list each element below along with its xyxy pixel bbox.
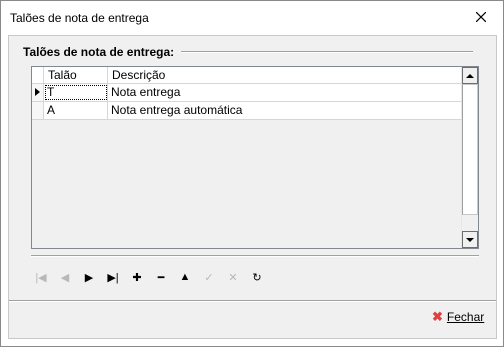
scroll-thumb[interactable] [462, 84, 478, 215]
insert-record-icon: ✚ [132, 271, 142, 284]
scroll-down-button[interactable] [462, 231, 478, 248]
delete-record-icon: ━ [157, 271, 165, 284]
close-button[interactable] [459, 1, 503, 33]
next-record-button[interactable]: ▶ [77, 267, 101, 287]
cell-descricao[interactable]: Nota entrega automática [108, 102, 454, 119]
next-record-icon: ▶ [84, 271, 94, 284]
close-dialog-button[interactable]: ✖ Fechar [432, 308, 484, 326]
edit-record-icon: ▲ [179, 271, 191, 283]
close-dialog-label: Fechar [446, 310, 485, 324]
chevron-up-icon [466, 73, 474, 78]
footer-divider [9, 300, 496, 302]
refresh-button[interactable]: ↻ [245, 267, 269, 287]
insert-record-button[interactable]: ✚ [125, 267, 149, 287]
table-row[interactable]: T Nota entrega [32, 84, 462, 102]
x-icon: ✖ [432, 309, 443, 324]
row-indicator-header [32, 67, 44, 83]
current-row-icon [35, 88, 40, 96]
group-title: Talões de nota de entrega: [23, 45, 175, 59]
window-title: Talões de nota de entrega [10, 11, 149, 25]
last-record-icon: ▶| [107, 271, 119, 284]
last-record-button[interactable]: ▶| [101, 267, 125, 287]
first-record-icon: |◀ [35, 271, 47, 284]
group-divider [181, 51, 473, 53]
post-record-icon: ✓ [204, 271, 214, 284]
grid-header: Talão Descrição [32, 67, 462, 84]
cell-talao[interactable]: A [44, 102, 108, 119]
prior-record-button[interactable]: ◀ [53, 267, 77, 287]
dialog-window: Talões de nota de entrega Talões de nota… [0, 0, 504, 347]
edit-record-button[interactable]: ▲ [173, 267, 197, 287]
prior-record-icon: ◀ [60, 271, 70, 284]
cancel-record-button[interactable]: ✕ [221, 267, 245, 287]
cell-descricao[interactable]: Nota entrega [108, 84, 454, 101]
dialog-body: Talões de nota de entrega: Talão Descriç… [8, 35, 497, 339]
scroll-up-button[interactable] [462, 67, 478, 84]
row-indicator [32, 102, 44, 119]
first-record-button[interactable]: |◀ [29, 267, 53, 287]
vertical-scrollbar[interactable] [461, 67, 478, 248]
column-header-descricao[interactable]: Descrição [108, 67, 454, 83]
data-grid[interactable]: Talão Descrição T Nota entrega A Nota en… [31, 66, 479, 249]
row-indicator [32, 84, 44, 101]
record-navigator: |◀ ◀ ▶ ▶| ✚ ━ ▲ ✓ ✕ ↻ [29, 267, 269, 287]
refresh-icon: ↻ [252, 271, 262, 284]
post-record-button[interactable]: ✓ [197, 267, 221, 287]
cell-talao[interactable]: T [44, 84, 108, 101]
column-header-talao[interactable]: Talão [44, 67, 108, 83]
table-row[interactable]: A Nota entrega automática [32, 102, 462, 120]
cancel-record-icon: ✕ [228, 271, 238, 284]
navigator-divider [31, 255, 479, 257]
delete-record-button[interactable]: ━ [149, 267, 173, 287]
chevron-down-icon [466, 237, 474, 242]
close-icon [476, 12, 486, 22]
title-bar: Talões de nota de entrega [1, 1, 503, 35]
